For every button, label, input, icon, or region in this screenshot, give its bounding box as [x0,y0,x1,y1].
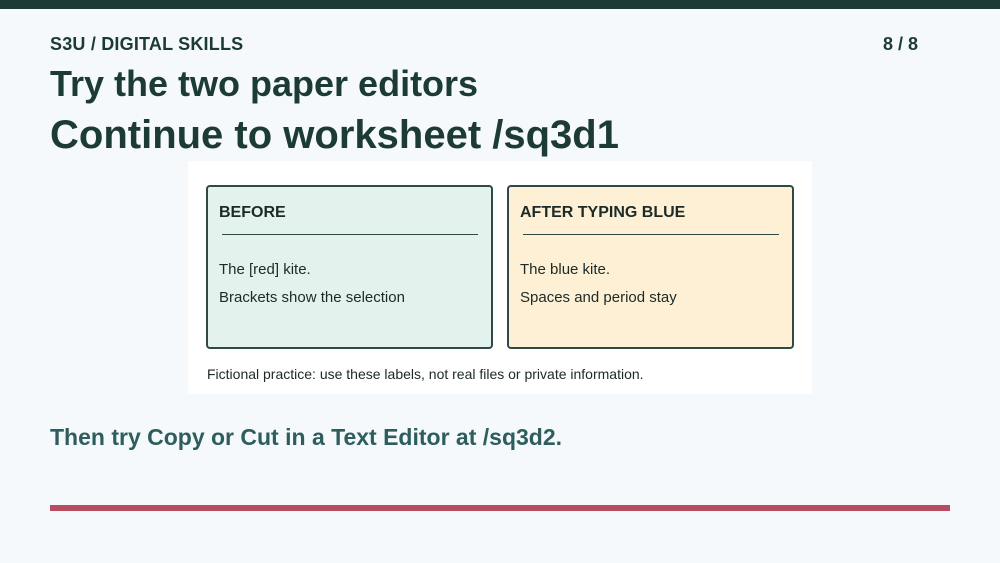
slide-subtitle: Continue to worksheet /sq3d1 [50,113,619,157]
followup-instruction: Then try Copy or Cut in a Text Editor at… [50,424,563,450]
page-counter: 8 / 8 [882,34,918,54]
after-card-divider [523,234,779,235]
after-card: AFTER TYPING BLUE The blue kite. Spaces … [507,185,794,349]
bottom-accent-bar [50,505,950,511]
before-card-heading: BEFORE [219,204,286,221]
course-label: S3U / DIGITAL SKILLS [50,34,244,54]
after-card-heading: AFTER TYPING BLUE [520,204,686,221]
before-card-note: Brackets show the selection [219,289,405,306]
example-panel: BEFORE The [red] kite. Brackets show the… [188,161,812,394]
before-card: BEFORE The [red] kite. Brackets show the… [206,185,493,349]
top-accent-bar [0,0,1000,9]
slide-title: Try the two paper editors [50,63,479,104]
before-card-example-text: The [red] kite. [219,261,311,278]
fictional-practice-note: Fictional practice: use these labels, no… [207,366,644,382]
before-card-divider [222,234,478,235]
after-card-note: Spaces and period stay [520,289,677,306]
after-card-example-text: The blue kite. [520,261,611,278]
